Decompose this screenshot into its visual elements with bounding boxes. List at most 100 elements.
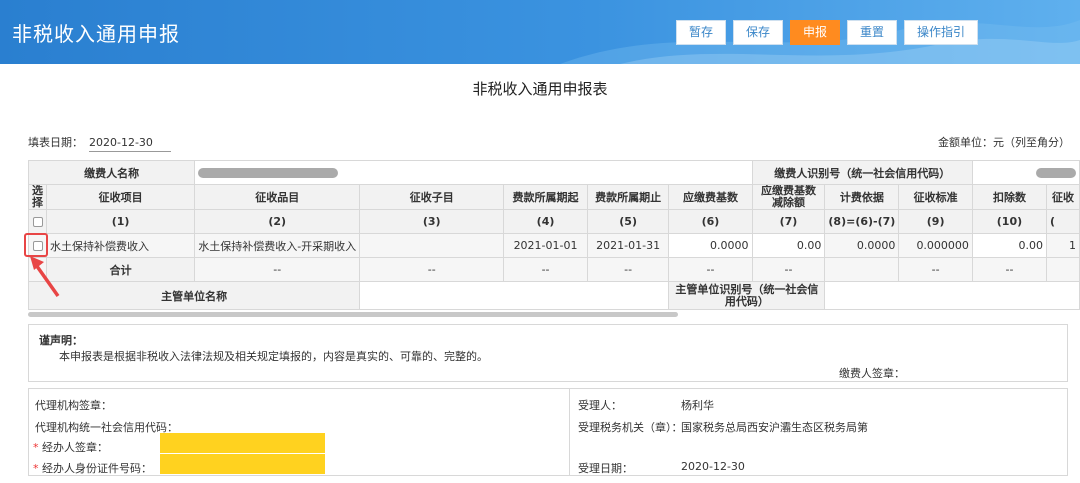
- declare-button[interactable]: 申报: [790, 20, 840, 45]
- required-star: *: [33, 462, 39, 475]
- tax-office-value: 国家税务总局西安沪灞生态区税务局第: [681, 421, 868, 434]
- row-subitem: [359, 233, 505, 258]
- redacted-payer-id: [1035, 167, 1076, 178]
- index-cell: (2): [194, 209, 361, 234]
- tax-office-label: 受理税务机关（章）：: [578, 421, 683, 434]
- handler-id-label: * 经办人身份证件号码：: [33, 460, 152, 476]
- index-cell: (8)=(6)-(7): [824, 209, 900, 234]
- index-cell: (3): [359, 209, 505, 234]
- row-deduction-input[interactable]: 0.00: [971, 233, 1048, 258]
- select-all-checkbox[interactable]: [32, 217, 43, 227]
- total-dash: --: [194, 257, 361, 282]
- col-deduction: 扣除数: [971, 184, 1048, 210]
- guide-button[interactable]: 操作指引: [904, 20, 978, 45]
- app-title: 非税收入通用申报: [12, 22, 180, 46]
- col-subitem: 征收子目: [359, 184, 505, 210]
- supervisor-id-label: 主管单位识别号（统一社会信用代码）: [668, 281, 826, 310]
- payer-id-value: [971, 160, 1080, 185]
- index-cell: (7): [751, 209, 826, 234]
- index-cell: (4): [503, 209, 588, 234]
- row-standard: 0.000000: [898, 233, 973, 258]
- acceptor-label: 受理人：: [578, 399, 622, 412]
- agent-credit-label: 代理机构统一社会信用代码：: [35, 421, 178, 434]
- row-basis: 0.0000: [824, 233, 900, 258]
- acceptor-value: 杨利华: [681, 399, 714, 412]
- payer-name-value: [194, 160, 753, 185]
- handler-sign-label: * 经办人签章：: [33, 439, 108, 455]
- supervisor-row: 主管单位名称 主管单位识别号（统一社会信用代码）: [27, 281, 1080, 310]
- total-row: 合计 -- -- -- -- -- -- -- --: [28, 257, 1080, 282]
- col-next: 征收: [1046, 184, 1080, 210]
- handler-id-field[interactable]: [160, 454, 325, 474]
- form-title: 非税收入通用申报表: [472, 80, 608, 98]
- col-standard: 征收标准: [898, 184, 973, 210]
- row-period-start[interactable]: 2021-01-01: [503, 233, 588, 258]
- total-label: 合计: [45, 257, 196, 282]
- total-dash: --: [898, 257, 973, 282]
- total-dash: --: [586, 257, 670, 282]
- supervisor-name-label: 主管单位名称: [27, 281, 361, 310]
- total-empty: [824, 257, 900, 282]
- col-base: 应缴费基数: [668, 184, 753, 210]
- row-next: 1: [1046, 233, 1080, 258]
- agent-seal-label: 代理机构签章：: [35, 399, 112, 412]
- col-base-deduct: 应缴费基数减除额: [751, 184, 826, 210]
- declaration-table: 缴费人名称 缴费人识别号（统一社会信用代码） 选择 征收项目 征收品目 征收子目…: [27, 160, 1080, 310]
- bottom-section: 代理机构签章： 代理机构统一社会信用代码： * 经办人签章： * 经办人身份证件…: [28, 388, 1068, 476]
- bottom-divider: [569, 389, 570, 475]
- horizontal-scrollbar[interactable]: [28, 312, 678, 317]
- col-select: 选择: [28, 184, 47, 210]
- handler-id-text: 经办人身份证件号码：: [42, 462, 152, 475]
- total-dash: --: [751, 257, 826, 282]
- col-item: 征收项目: [45, 184, 196, 210]
- required-star: *: [33, 441, 39, 454]
- total-dash: --: [668, 257, 753, 282]
- total-dash: --: [971, 257, 1048, 282]
- select-all-cell: [28, 209, 47, 234]
- row-category: 水土保持补偿费收入-开采期收入: [194, 233, 361, 258]
- index-row: (1) (2) (3) (4) (5) (6) (7) (8)=(6)-(7) …: [28, 209, 1080, 234]
- index-cell: (6): [668, 209, 753, 234]
- handler-sign-field[interactable]: [160, 433, 325, 453]
- row-period-end[interactable]: 2021-01-31: [586, 233, 670, 258]
- fill-date-value[interactable]: 2020-12-30: [89, 136, 171, 152]
- fill-date-label: 填表日期：: [28, 136, 83, 149]
- supervisor-id-value: [824, 281, 1080, 310]
- index-cell: (: [1046, 209, 1080, 234]
- reset-button[interactable]: 重置: [847, 20, 897, 45]
- row-base-deduct-input[interactable]: 0.00: [751, 233, 826, 258]
- declaration-heading: 谨声明：: [39, 334, 83, 347]
- redacted-payer-name: [198, 167, 339, 178]
- annotation-arrow-icon: [30, 256, 60, 298]
- declaration-box: 谨声明： 本申报表是根据非税收入法律法规及相关规定填报的，内容是真实的、可靠的、…: [28, 324, 1068, 382]
- accept-date-value: 2020-12-30: [681, 460, 745, 473]
- amount-unit-note: 金额单位：元（列至角分）: [938, 136, 1070, 149]
- total-dash: --: [503, 257, 588, 282]
- index-cell: (5): [586, 209, 670, 234]
- col-category: 征收品目: [194, 184, 361, 210]
- declaration-text: 本申报表是根据非税收入法律法规及相关规定填报的，内容是真实的、可靠的、完整的。: [59, 350, 488, 363]
- payer-name-label: 缴费人名称: [27, 160, 196, 185]
- index-cell: (1): [45, 209, 196, 234]
- index-cell: (9): [898, 209, 973, 234]
- col-basis: 计费依据: [824, 184, 900, 210]
- table-row: 水土保持补偿费收入 水土保持补偿费收入-开采期收入 2021-01-01 202…: [28, 233, 1080, 258]
- fill-date-field: 填表日期： 2020-12-30: [28, 134, 171, 152]
- row-base-input[interactable]: 0.0000: [668, 233, 753, 258]
- supervisor-name-value: [359, 281, 670, 310]
- top-bar: 非税收入通用申报 暂存 保存 申报 重置 操作指引: [0, 0, 1080, 64]
- total-dash: --: [359, 257, 505, 282]
- row-item: 水土保持补偿费收入: [45, 233, 196, 258]
- payer-row: 缴费人名称 缴费人识别号（统一社会信用代码）: [27, 160, 1080, 185]
- temp-save-button[interactable]: 暂存: [676, 20, 726, 45]
- total-empty: [1046, 257, 1080, 282]
- payer-sign-label: 缴费人签章：: [839, 367, 905, 380]
- handler-sign-text: 经办人签章：: [42, 441, 108, 454]
- col-period-start: 费款所属期起: [503, 184, 588, 210]
- save-button[interactable]: 保存: [733, 20, 783, 45]
- col-period-end: 费款所属期止: [586, 184, 670, 210]
- header-row: 选择 征收项目 征收品目 征收子目 费款所属期起 费款所属期止 应缴费基数 应缴…: [28, 184, 1080, 210]
- index-cell: (10): [971, 209, 1048, 234]
- accept-date-label: 受理日期：: [578, 462, 633, 475]
- payer-id-label: 缴费人识别号（统一社会信用代码）: [751, 160, 973, 185]
